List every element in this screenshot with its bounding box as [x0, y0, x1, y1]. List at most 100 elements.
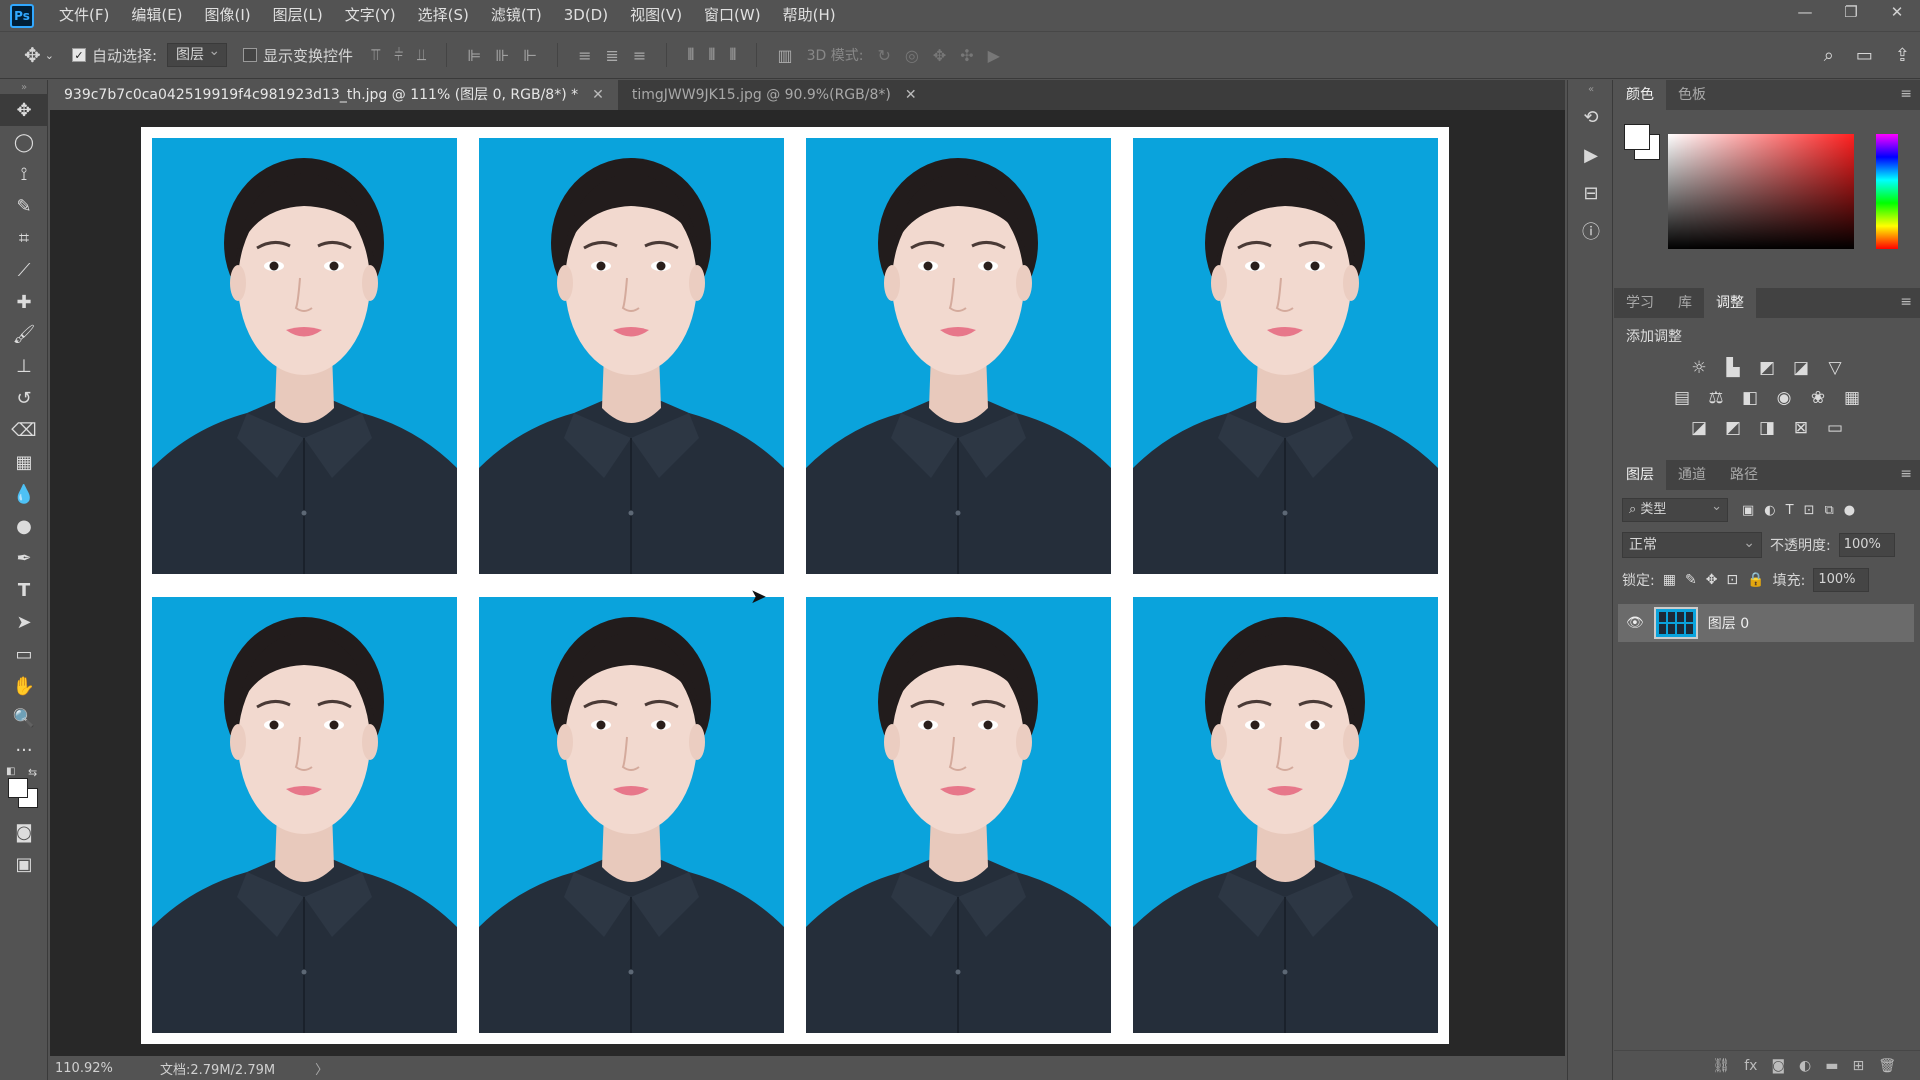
gradient-map-icon[interactable]: ▭ — [1824, 418, 1846, 438]
lock-position-icon[interactable]: ✥ — [1706, 572, 1718, 588]
align-left-icon[interactable]: ⊫ — [467, 46, 481, 65]
distribute-bottom-icon[interactable]: ≡ — [633, 46, 646, 65]
eraser-tool-icon[interactable]: ⌫ — [0, 414, 48, 446]
exposure-icon[interactable]: ◪ — [1790, 358, 1812, 378]
status-menu-arrow[interactable]: 〉 — [315, 1059, 328, 1078]
black-white-icon[interactable]: ◧ — [1739, 388, 1761, 408]
tab-layers[interactable]: 图层 — [1614, 460, 1666, 490]
hue-saturation-icon[interactable]: ▤ — [1671, 388, 1693, 408]
panel-menu-icon[interactable]: ≡ — [1900, 86, 1912, 102]
tab-color[interactable]: 颜色 — [1614, 80, 1666, 110]
move-tool-icon[interactable]: ✥ — [0, 94, 48, 126]
auto-align-icon[interactable]: ▥ — [777, 46, 792, 65]
tab-channels[interactable]: 通道 — [1666, 460, 1718, 490]
path-selection-tool-icon[interactable]: ➤ — [0, 606, 48, 638]
invert-icon[interactable]: ◪ — [1688, 418, 1710, 438]
lock-artboard-icon[interactable]: ⊡ — [1726, 572, 1738, 588]
link-layers-icon[interactable]: ⛓ — [1712, 1058, 1730, 1074]
history-brush-tool-icon[interactable]: ↺ — [0, 382, 48, 414]
share-icon[interactable]: ⇪ — [1895, 45, 1910, 66]
photo-filter-icon[interactable]: ◉ — [1773, 388, 1795, 408]
layer-name[interactable]: 图层 0 — [1708, 613, 1749, 633]
polygon-lasso-tool-icon[interactable]: ⟟ — [0, 158, 48, 190]
default-colors-icon[interactable]: ◧ — [6, 766, 15, 777]
delete-layer-icon[interactable]: 🗑 — [1878, 1058, 1896, 1074]
properties-icon[interactable]: ⊟ — [1568, 174, 1614, 212]
align-hcenter-icon[interactable]: ⊪ — [495, 46, 509, 65]
history-icon[interactable]: ⟲ — [1568, 98, 1614, 136]
auto-select-checkbox[interactable]: ✓ — [71, 48, 86, 62]
align-bottom-icon[interactable]: ⫫ — [417, 45, 426, 65]
new-layer-icon[interactable]: ⊞ — [1852, 1058, 1864, 1074]
brush-tool-icon[interactable]: 🖌 — [0, 318, 48, 350]
clone-stamp-tool-icon[interactable]: ⊥ — [0, 350, 48, 382]
eye-icon[interactable]: 👁 — [1626, 615, 1644, 631]
opacity-field[interactable]: 100% — [1838, 533, 1895, 557]
close-tab-icon[interactable]: ✕ — [905, 80, 917, 110]
auto-select-target-dropdown[interactable]: 图层 — [167, 42, 228, 67]
tab-swatches[interactable]: 色板 — [1666, 80, 1718, 110]
hue-slider[interactable] — [1876, 134, 1898, 249]
threshold-icon[interactable]: ◨ — [1756, 418, 1778, 438]
menu-type[interactable]: 文字(Y) — [334, 0, 407, 31]
vibrance-icon[interactable]: ▽ — [1824, 358, 1846, 378]
color-lookup-icon[interactable]: ▦ — [1841, 388, 1863, 408]
hand-tool-icon[interactable]: ✋ — [0, 670, 48, 702]
zoom-level[interactable]: 110.92% — [50, 1061, 160, 1076]
color-spectrum[interactable] — [1668, 134, 1854, 249]
filter-shape-icon[interactable]: ⊡ — [1804, 503, 1815, 518]
selective-color-icon[interactable]: ⊠ — [1790, 418, 1812, 438]
add-mask-icon[interactable]: ◙ — [1771, 1058, 1785, 1074]
document-canvas[interactable] — [141, 127, 1449, 1044]
lasso-marquee-tool-icon[interactable]: ◯ — [0, 126, 48, 158]
tab-adjustments[interactable]: 调整 — [1704, 288, 1756, 318]
menu-layer[interactable]: 图层(L) — [262, 0, 334, 31]
filter-type-icon[interactable]: T — [1786, 503, 1794, 518]
color-balance-icon[interactable]: ⚖ — [1705, 388, 1727, 408]
document-tab[interactable]: timgJWW9JK15.jpg @ 90.9%(RGB/8*) ✕ — [618, 80, 931, 110]
filter-smart-object-icon[interactable]: ⧉ — [1825, 503, 1834, 518]
minimize-button[interactable]: — — [1782, 0, 1828, 24]
swap-colors-icon[interactable]: ⇆ — [28, 766, 37, 779]
pen-tool-icon[interactable]: ✒ — [0, 542, 48, 574]
lock-all-icon[interactable]: 🔒 — [1747, 572, 1764, 588]
tab-paths[interactable]: 路径 — [1718, 460, 1770, 490]
3d-slide-icon[interactable]: ✣ — [960, 46, 973, 65]
toolbar-collapse-icon[interactable]: » — [0, 80, 48, 94]
panel-foreground-swatch[interactable] — [1624, 124, 1650, 150]
filter-adjustment-icon[interactable]: ◐ — [1764, 503, 1775, 518]
panel-menu-icon[interactable]: ≡ — [1900, 294, 1912, 310]
channel-mixer-icon[interactable]: ❀ — [1807, 388, 1829, 408]
blur-tool-icon[interactable]: 💧 — [0, 478, 48, 510]
menu-view[interactable]: 视图(V) — [619, 0, 693, 31]
panel-menu-icon[interactable]: ≡ — [1900, 466, 1912, 482]
3d-scale-icon[interactable]: ▶ — [988, 46, 1000, 65]
workspace-icon[interactable]: ▭ — [1856, 45, 1873, 66]
brightness-icon[interactable]: ☼ — [1688, 358, 1710, 378]
tab-learn[interactable]: 学习 — [1614, 288, 1666, 318]
move-tool-preset-icon[interactable]: ✥ ⌄ — [24, 43, 54, 67]
curves-icon[interactable]: ◩ — [1756, 358, 1778, 378]
new-group-icon[interactable]: ▬ — [1825, 1058, 1838, 1074]
adjustment-layer-icon[interactable]: ◐ — [1799, 1058, 1811, 1074]
menu-window[interactable]: 窗口(W) — [693, 0, 772, 31]
more-tools-icon[interactable]: ··· — [0, 734, 48, 766]
close-tab-icon[interactable]: ✕ — [592, 80, 604, 110]
filter-pixel-icon[interactable]: ▣ — [1742, 503, 1754, 518]
info-icon[interactable]: ⓘ — [1568, 212, 1614, 250]
blend-mode-dropdown[interactable]: 正常 — [1622, 531, 1762, 558]
type-tool-icon[interactable]: T — [0, 574, 48, 606]
healing-brush-tool-icon[interactable]: ✚ — [0, 286, 48, 318]
align-top-icon[interactable]: ⫪ — [371, 45, 380, 65]
tab-libraries[interactable]: 库 — [1666, 288, 1704, 318]
menu-3d[interactable]: 3D(D) — [553, 0, 619, 31]
dodge-tool-icon[interactable]: ● — [0, 510, 48, 542]
distribute-left-icon[interactable]: ⦀ — [687, 45, 694, 65]
quick-selection-tool-icon[interactable]: ✎ — [0, 190, 48, 222]
menu-image[interactable]: 图像(I) — [194, 0, 262, 31]
search-icon[interactable]: ⌕ — [1824, 45, 1834, 66]
eyedropper-tool-icon[interactable]: ⟋ — [0, 254, 48, 286]
actions-play-icon[interactable]: ▶ — [1568, 136, 1614, 174]
lock-transparent-icon[interactable]: ▦ — [1663, 572, 1676, 588]
distribute-vcenter-icon[interactable]: ≣ — [606, 46, 619, 65]
